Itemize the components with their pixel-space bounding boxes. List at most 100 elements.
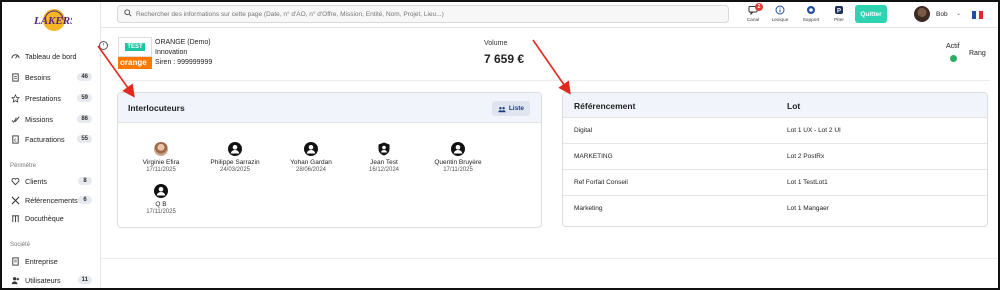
collapse-sidebar-button[interactable]: ‹ [99,41,108,50]
contact-card[interactable]: Q B 17/11/2025 [126,184,196,215]
contact-photo [154,142,168,156]
referencement-table: Référencement Lot Digital Lot 1 UX - Lot… [562,92,988,227]
section-title-perimetre: Périmètre [10,163,37,169]
search-input[interactable] [136,10,728,18]
sidebar-item-label: Besoins [25,72,51,82]
count-badge: 8 [78,177,92,185]
search-icon [124,9,132,19]
sidebar-item-label: Missions [25,114,53,124]
sidebar-item-referencements[interactable]: Référencements 6 [10,193,92,207]
lexique-button[interactable]: Lexique [768,5,792,27]
entity-subtitle: Innovation [155,49,188,56]
count-badge: 46 [77,73,92,81]
chevron-down-icon[interactable]: ⌄ [956,10,961,17]
annotation-arrow [532,39,571,95]
user-icon [304,142,318,156]
quit-button[interactable]: Quitter [855,5,887,23]
table-row[interactable]: Ref Forfait Conseil Lot 1 TestLot1 [563,170,987,196]
sidebar-item-dashboard[interactable]: Tableau de bord [10,49,92,63]
table-row[interactable]: Digital Lot 1 UX - Lot 2 UI [563,118,987,144]
contact-date: 17/11/2025 [146,209,176,215]
referencement-cell: MARKETING [574,153,613,160]
lot-cell: Lot 1 Mangaer [787,205,829,212]
check-icon [10,114,20,124]
users-icon [10,275,20,285]
sidebar-item-label: Utilisateurs [25,275,61,285]
entity-name: ORANGE (Demo) [155,39,211,46]
heart-icon [10,176,20,186]
sidebar-item-clients[interactable]: Clients 8 [10,174,92,188]
table-header: Référencement Lot [563,93,987,118]
sidebar-item-label: Référencements [25,195,78,205]
status-label: Actif [946,43,960,50]
lot-cell: Lot 1 TestLot1 [787,179,828,186]
rang-label: Rang [969,50,986,57]
contact-card[interactable]: Jean Test 16/12/2024 [349,142,419,173]
column-header-referencement: Référencement [574,101,636,111]
count-badge: 6 [78,196,92,204]
cross-arrows-icon [10,195,20,205]
canal-button[interactable]: 2 Canal [741,3,765,27]
lakers-logo[interactable]: LAKERS [32,6,72,34]
contact-card[interactable]: Virginie Efira 17/11/2025 [126,142,196,173]
sidebar-item-prestations[interactable]: Prestations 59 [10,91,92,105]
contact-card[interactable]: Yohan Gardan 28/06/2024 [276,142,346,173]
piter-button[interactable]: P Piter [827,5,851,27]
sidebar-item-docutheque[interactable]: Docuthèque [10,211,92,225]
sidebar-item-facturations[interactable]: € Facturations 55 [10,132,92,146]
avatar[interactable] [914,6,930,22]
contact-name: Virginie Efira [142,159,180,166]
user-name[interactable]: Bob [936,11,948,18]
contact-card[interactable]: Quentin Bruyère 17/11/2025 [423,142,493,173]
info-icon [775,5,785,17]
sidebar: LAKERS Tableau de bord Besoins 46 Presta… [2,2,101,288]
piter-icon: P [834,5,844,17]
section-title-societe: Société [10,242,31,248]
canal-label: Canal [746,18,760,23]
contact-date: 24/03/2025 [219,167,251,173]
count-badge: 55 [77,135,92,143]
referencement-cell: Digital [574,127,593,134]
invoice-icon: € [10,134,20,144]
users-icon [498,106,506,112]
piter-label: Piter [834,18,844,23]
notification-badge: 2 [755,3,763,11]
sidebar-item-utilisateurs[interactable]: Utilisateurs 11 [10,273,92,287]
table-row[interactable]: Marketing Lot 1 Mangaer [563,196,987,222]
liste-button[interactable]: Liste [491,101,530,116]
sidebar-item-missions[interactable]: Missions 86 [10,112,92,126]
sidebar-item-entreprise[interactable]: Entreprise [10,254,92,268]
svg-text:LAKERS: LAKERS [33,15,72,27]
support-button[interactable]: Support [799,5,823,27]
sidebar-item-label: Entreprise [25,256,58,266]
entity-info: ORANGE (Demo) Innovation Siren : 9999999… [155,38,212,68]
contact-name: Q B [155,201,167,208]
interlocuteurs-card: Interlocuteurs Liste Virginie Efira 17/1… [117,92,542,228]
card-header: Interlocuteurs Liste [118,93,541,123]
dashboard-icon [10,51,20,61]
volume-value: 7 659 € [484,52,525,66]
contact-date: 17/11/2025 [443,167,473,173]
sidebar-item-besoins[interactable]: Besoins 46 [10,70,92,84]
org-logo: TEST orange [118,37,152,69]
svg-text:€: € [13,137,16,142]
lot-cell: Lot 2 PostRx [787,153,825,160]
referencement-cell: Ref Forfait Conseil [574,179,628,186]
sidebar-item-label: Facturations [25,134,65,144]
contact-card[interactable]: Philippe Sarrazin 24/03/2025 [200,142,270,173]
table-row[interactable]: MARKETING Lot 2 PostRx [563,144,987,170]
svg-text:P: P [837,9,841,15]
sidebar-item-label: Docuthèque [25,213,64,223]
entity-siren: Siren : 999999999 [155,59,213,66]
star-icon [10,93,20,103]
liste-button-label: Liste [508,105,524,112]
contact-date: 28/06/2024 [295,167,327,173]
support-icon [806,5,816,17]
document-icon [10,72,20,82]
sidebar-item-label: Clients [25,176,47,186]
search-bar[interactable] [117,5,729,23]
logo-text-top: TEST [125,43,145,51]
contact-date: 17/11/2025 [146,167,176,173]
france-flag[interactable] [972,11,984,19]
status-indicator [950,55,957,62]
